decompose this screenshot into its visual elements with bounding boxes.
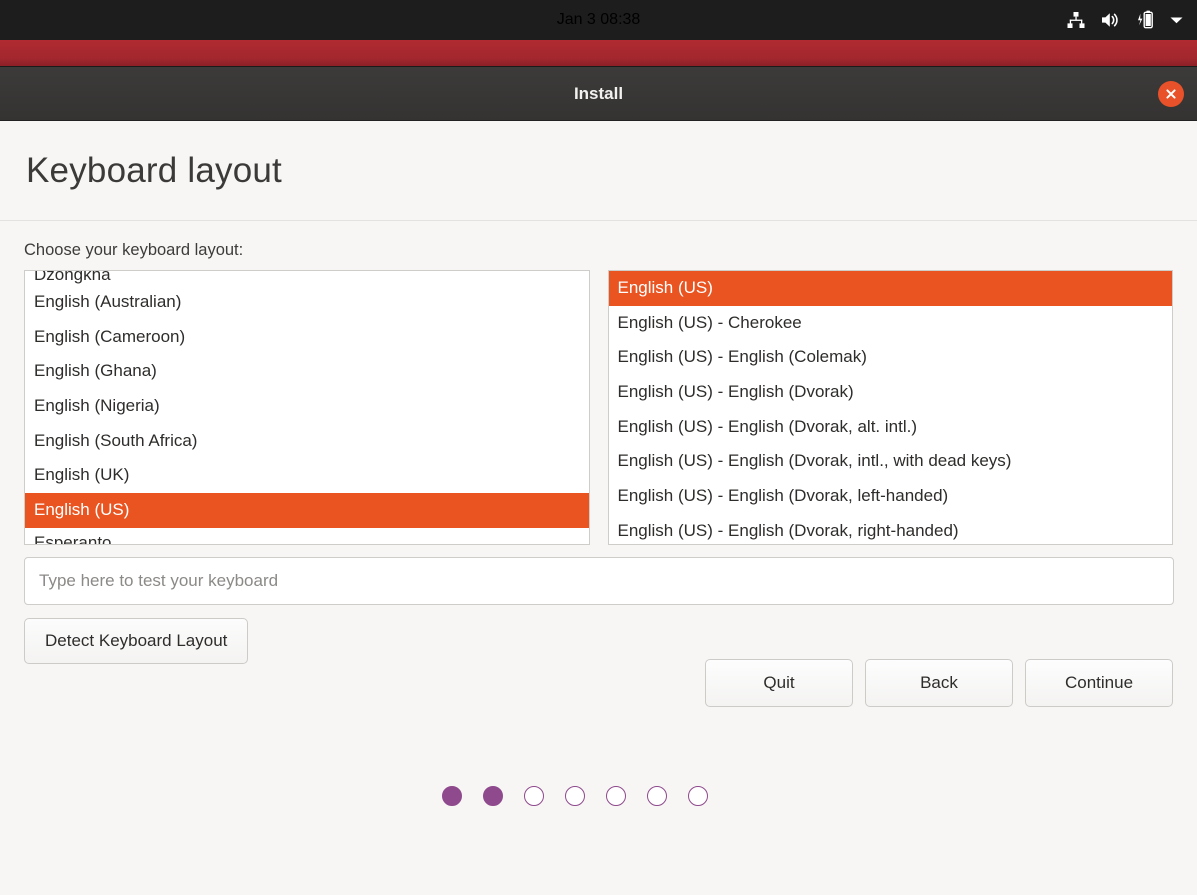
list-item[interactable]: English (US) - English (Dvorak, left-han… xyxy=(609,479,1173,514)
panel-indicator-area[interactable] xyxy=(1066,0,1184,40)
list-item[interactable]: English (US) - Cherokee xyxy=(609,306,1173,341)
progress-dot xyxy=(647,786,667,806)
progress-dot xyxy=(688,786,708,806)
list-item[interactable]: English (Ghana) xyxy=(25,354,589,389)
page-body: Choose your keyboard layout: Dzongkha En… xyxy=(0,221,1197,895)
keyboard-variant-list[interactable]: English (US) English (US) - Cherokee Eng… xyxy=(608,270,1174,545)
continue-button[interactable]: Continue xyxy=(1025,659,1173,707)
list-item[interactable]: English (Nigeria) xyxy=(25,389,589,424)
desktop-background-strip xyxy=(0,40,1197,66)
window-title: Install xyxy=(574,84,623,104)
list-item-selected[interactable]: English (US) xyxy=(609,271,1173,306)
volume-icon[interactable] xyxy=(1100,10,1121,30)
list-item[interactable]: English (US) - English (Dvorak) xyxy=(609,375,1173,410)
window-titlebar[interactable]: Install xyxy=(0,67,1197,121)
list-item[interactable]: English (US) - English (Dvorak, right-ha… xyxy=(609,514,1173,545)
chevron-down-icon[interactable] xyxy=(1169,15,1184,25)
close-icon[interactable] xyxy=(1158,81,1184,107)
page-title: Keyboard layout xyxy=(26,151,282,191)
page-header: Keyboard layout xyxy=(0,121,1197,221)
progress-dot xyxy=(442,786,462,806)
progress-dot xyxy=(483,786,503,806)
navigation-buttons: Quit Back Continue xyxy=(705,659,1173,707)
progress-dot xyxy=(606,786,626,806)
keyboard-lists-row: Dzongkha English (Australian) English (C… xyxy=(24,270,1173,545)
battery-icon[interactable] xyxy=(1135,9,1155,31)
progress-dots xyxy=(0,786,1149,806)
list-item[interactable]: English (South Africa) xyxy=(25,424,589,459)
keyboard-test-input[interactable] xyxy=(24,557,1174,605)
panel-clock[interactable]: Jan 3 08:38 xyxy=(557,11,641,29)
list-item[interactable]: English (Australian) xyxy=(25,285,589,320)
list-item[interactable]: English (Cameroon) xyxy=(25,320,589,355)
list-item[interactable]: Dzongkha xyxy=(25,271,589,285)
gnome-top-panel: Jan 3 08:38 xyxy=(0,0,1197,40)
list-item[interactable]: English (US) - English (Dvorak, intl., w… xyxy=(609,444,1173,479)
list-item[interactable]: English (US) - English (Colemak) xyxy=(609,340,1173,375)
progress-dot xyxy=(524,786,544,806)
list-item[interactable]: English (US) - English (Dvorak, alt. int… xyxy=(609,410,1173,445)
list-item[interactable]: Esperanto xyxy=(25,528,589,545)
list-item-selected[interactable]: English (US) xyxy=(25,493,589,528)
keyboard-layout-list[interactable]: Dzongkha English (Australian) English (C… xyxy=(24,270,590,545)
progress-dot xyxy=(565,786,585,806)
list-item[interactable]: English (UK) xyxy=(25,458,589,493)
install-window: Install Keyboard layout Choose your keyb… xyxy=(0,66,1197,895)
detect-keyboard-layout-button[interactable]: Detect Keyboard Layout xyxy=(24,618,248,664)
back-button[interactable]: Back xyxy=(865,659,1013,707)
choose-layout-label: Choose your keyboard layout: xyxy=(24,221,1173,270)
quit-button[interactable]: Quit xyxy=(705,659,853,707)
network-icon[interactable] xyxy=(1066,10,1086,30)
